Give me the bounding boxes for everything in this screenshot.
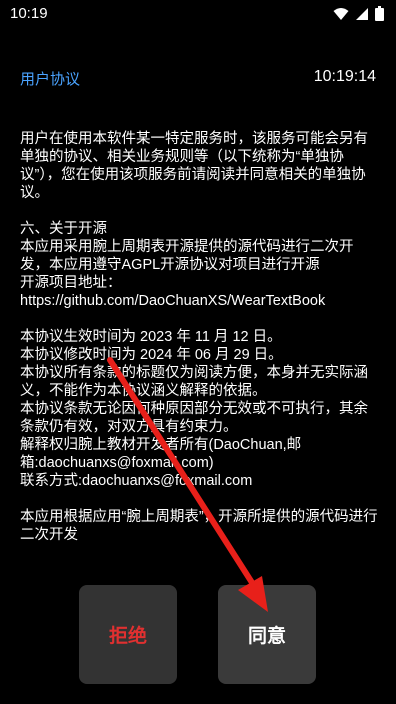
accept-button[interactable]: 同意 — [218, 585, 316, 684]
signal-icon — [355, 7, 369, 21]
reject-button[interactable]: 拒绝 — [79, 585, 177, 684]
status-bar: 10:19 — [0, 0, 396, 28]
status-icons — [333, 6, 384, 21]
battery-icon — [375, 6, 384, 21]
agreement-paragraph: 六、关于开源 本应用采用腕上周期表开源提供的源代码进行二次开发，本应用遵守AGP… — [20, 221, 354, 309]
agreement-paragraph: 本应用根据应用“腕上周期表”，开源所提供的源代码进行二次开发 — [20, 509, 378, 543]
wifi-icon — [333, 7, 349, 21]
agreement-paragraph: 本协议生效时间为 2023 年 11 月 12 日。 本协议修改时间为 2024… — [20, 329, 368, 489]
status-time: 10:19 — [10, 5, 48, 22]
agreement-paragraph: 用户在使用本软件某一特定服务时，该服务可能会另有单独的协议、相关业务规则等（以下… — [20, 131, 368, 201]
agreement-text: 用户在使用本软件某一特定服务时，该服务可能会另有单独的协议、相关业务规则等（以下… — [20, 130, 380, 562]
page-title: 用户协议 — [20, 71, 81, 88]
header-clock: 10:19:14 — [313, 68, 376, 85]
